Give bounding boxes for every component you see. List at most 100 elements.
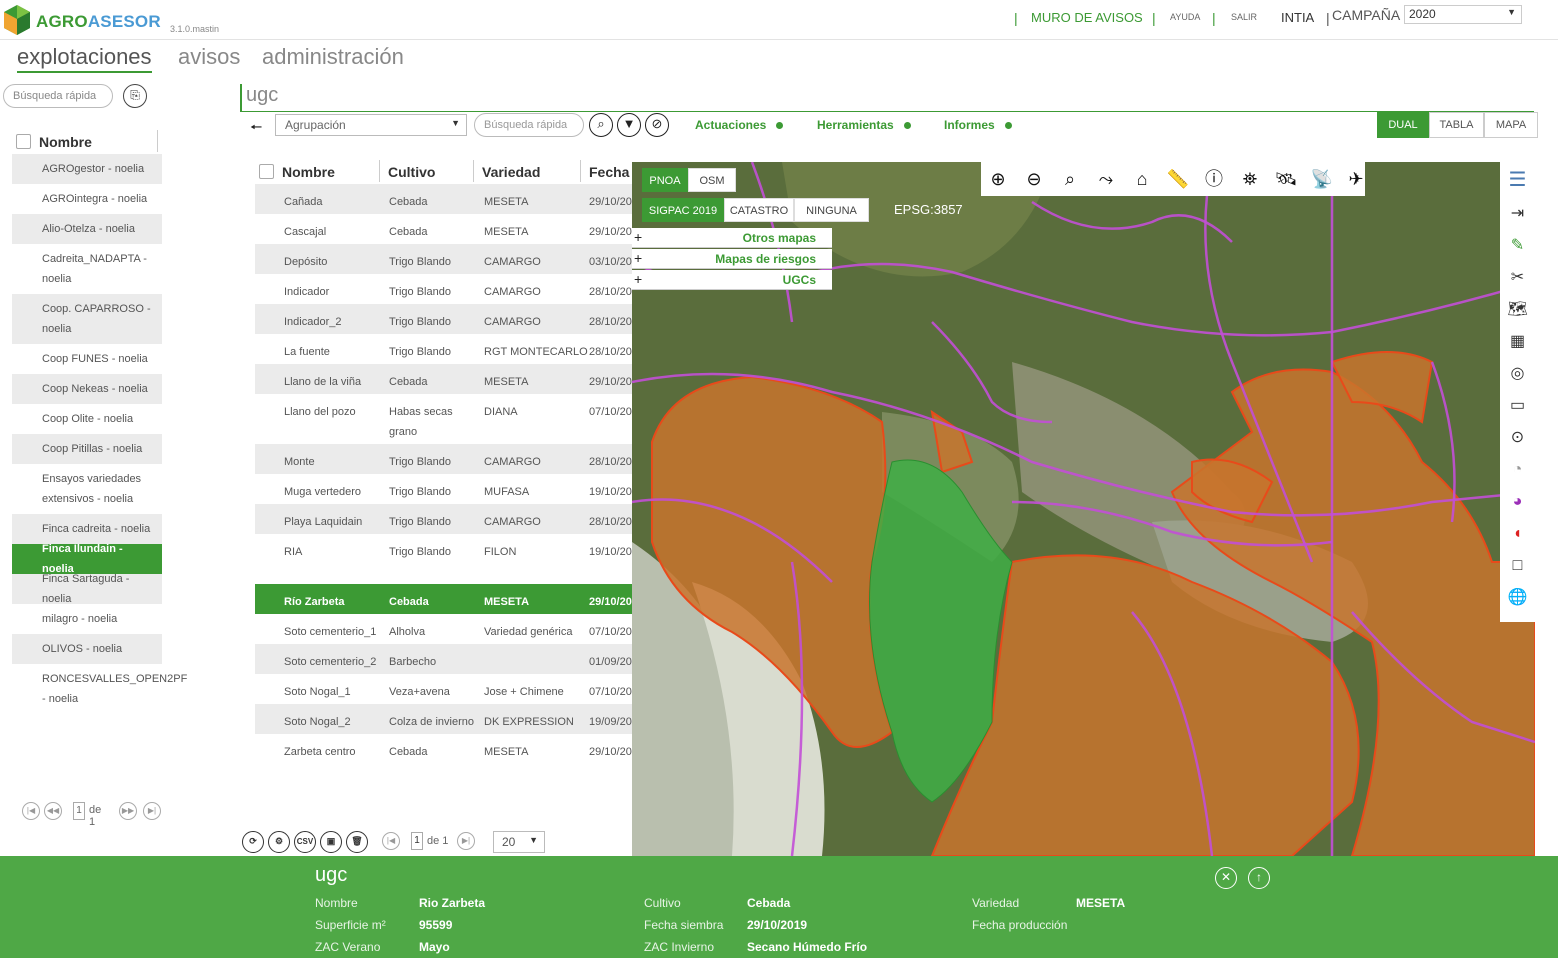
sidebar-search-input[interactable]: Búsqueda rápida <box>3 84 113 108</box>
arrow-up-icon[interactable]: ↑ <box>1248 867 1270 889</box>
table-row[interactable]: RIA Trigo Blando FILON 19/10/20 <box>255 534 635 584</box>
column-resize-handle[interactable] <box>157 130 158 152</box>
next-page-icon[interactable]: ▶| <box>457 832 475 850</box>
view-dual-button[interactable]: DUAL <box>1377 112 1429 138</box>
binoculars-icon[interactable]: ⛯ <box>1233 162 1267 196</box>
main-search-input[interactable]: Búsqueda rápida <box>474 113 584 137</box>
back-arrow-icon[interactable]: 🠔 <box>250 117 262 141</box>
ruler-icon[interactable]: 📏 <box>1161 162 1195 196</box>
table-row[interactable]: Soto cementerio_2 Barbecho 01/09/20 <box>255 644 635 674</box>
page-input[interactable]: 1 <box>73 802 85 820</box>
menu-icon[interactable]: ☰ <box>1500 164 1535 196</box>
sidebar-item[interactable]: Coop FUNES - noelia <box>12 344 162 374</box>
merge-icon[interactable]: ◕ <box>1500 486 1535 518</box>
target-icon[interactable]: ⊙ <box>1500 422 1535 454</box>
tab-administracion[interactable]: administración <box>262 44 404 70</box>
info-icon[interactable]: ⓘ <box>1197 162 1231 196</box>
satellite-info-icon[interactable]: 📡 <box>1305 162 1339 196</box>
accordion-otros-mapas[interactable]: + Otros mapas <box>632 228 832 248</box>
layer-catastro-button[interactable]: CATASTRO <box>724 198 794 222</box>
export-layer-icon[interactable]: ⇥ <box>1500 198 1535 230</box>
compass-icon[interactable]: ◎ <box>1500 358 1535 390</box>
table-row[interactable]: Río Zarbeta Cebada MESETA 29/10/20 <box>255 584 635 614</box>
polygon-icon[interactable]: ⌂ <box>1125 162 1159 196</box>
first-page-icon[interactable]: |◀ <box>22 802 40 820</box>
table-row[interactable]: Llano de la viña Cebada MESETA 29/10/20 <box>255 364 635 394</box>
zoom-in-icon[interactable]: ⊕ <box>981 162 1015 196</box>
edit-map-icon[interactable]: 🗺 <box>1500 294 1535 326</box>
col-fecha[interactable]: Fecha <box>589 164 629 180</box>
table-row[interactable]: Zarbeta centro Cebada MESETA 29/10/20 <box>255 734 635 764</box>
muro-avisos-link[interactable]: MURO DE AVISOS <box>1031 10 1143 25</box>
accordion-mapas-riesgos[interactable]: + Mapas de riesgos <box>632 249 832 269</box>
sidebar-item[interactable]: Coop. CAPARROSO - noelia <box>12 294 162 344</box>
map-view[interactable]: PNOA OSM SIGPAC 2019 CATASTRO NINGUNA EP… <box>632 162 1535 856</box>
sidebar-item[interactable]: milagro - noelia <box>12 604 162 634</box>
square-icon[interactable]: □ <box>1500 550 1535 582</box>
sidebar-item[interactable]: Alio-Otelza - noelia <box>12 214 162 244</box>
select-all-checkbox[interactable] <box>16 134 31 149</box>
next-page-icon[interactable]: ▶▶ <box>119 802 137 820</box>
save-icon[interactable]: ▣ <box>320 831 342 853</box>
menu-herramientas[interactable]: Herramientas <box>817 118 911 132</box>
campana-select[interactable]: 2020 ▼ <box>1404 5 1522 24</box>
sidebar-item[interactable]: AGROintegra - noelia <box>12 184 162 214</box>
table-row[interactable]: Indicador Trigo Blando CAMARGO 28/10/20 <box>255 274 635 304</box>
sidebar-item[interactable]: Coop Pitillas - noelia <box>12 434 162 464</box>
table-row[interactable]: Playa Laquidain Trigo Blando CAMARGO 28/10/… <box>255 504 635 534</box>
table-row[interactable]: Cascajal Cebada MESETA 29/10/20 <box>255 214 635 244</box>
select-all-checkbox[interactable] <box>259 164 274 179</box>
settings-icon[interactable]: ⚙ <box>268 831 290 853</box>
draw-icon[interactable]: ✎ <box>1500 230 1535 262</box>
layer-ninguna-button[interactable]: NINGUNA <box>794 198 869 222</box>
export-icon[interactable]: ⎘ <box>123 84 147 108</box>
refresh-icon[interactable]: ⟳ <box>242 831 264 853</box>
layer-pnoa-button[interactable]: PNOA <box>642 168 688 192</box>
measure-path-icon[interactable]: ⤳ <box>1089 162 1123 196</box>
view-tabla-button[interactable]: TABLA <box>1429 112 1484 138</box>
ayuda-link[interactable]: AYUDA <box>1170 12 1200 22</box>
close-icon[interactable]: ✕ <box>1215 867 1237 889</box>
split-icon[interactable]: ◖ <box>1500 518 1535 550</box>
table-row[interactable]: Muga vertedero Trigo Blando MUFASA 19/10/20 <box>255 474 635 504</box>
sidebar-item[interactable]: OLIVOS - noelia <box>12 634 162 664</box>
sidebar-item[interactable]: Cadreita_NADAPTA - noelia <box>12 244 162 294</box>
layer-osm-button[interactable]: OSM <box>688 168 736 192</box>
sidebar-item[interactable]: Coop Olite - noelia <box>12 404 162 434</box>
sidebar-item[interactable]: RONCESVALLES_OPEN2PF - noelia <box>12 664 187 714</box>
frame-icon[interactable]: ▭ <box>1500 390 1535 422</box>
sidebar-item[interactable]: AGROgestor - noelia <box>12 154 162 184</box>
clear-filter-icon[interactable]: ⊘ <box>645 113 669 137</box>
col-cultivo[interactable]: Cultivo <box>388 164 435 180</box>
tab-explotaciones[interactable]: explotaciones <box>17 44 152 73</box>
prev-page-icon[interactable]: ◀◀ <box>44 802 62 820</box>
sidebar-column-header[interactable]: Nombre <box>39 134 92 150</box>
accordion-ugcs[interactable]: + UGCs <box>632 270 832 290</box>
table-row[interactable]: Indicador_2 Trigo Blando CAMARGO 28/10/20 <box>255 304 635 334</box>
col-variedad[interactable]: Variedad <box>482 164 540 180</box>
table-row[interactable]: Monte Trigo Blando CAMARGO 28/10/20 <box>255 444 635 474</box>
sidebar-item[interactable]: Ensayos variedades extensivos - noelia <box>12 464 162 514</box>
search-icon[interactable]: ⌕ <box>589 113 613 137</box>
sidebar-item[interactable]: Coop Nekeas - noelia <box>12 374 162 404</box>
page-input[interactable]: 1 <box>411 832 423 850</box>
prev-page-icon[interactable]: |◀ <box>382 832 400 850</box>
table-row[interactable]: Llano del pozo Habas secas grano DIANA 07/1… <box>255 394 635 444</box>
table-row[interactable]: Soto cementerio_1 Alholva Variedad genéric… <box>255 614 635 644</box>
zoom-extent-icon[interactable]: ⌕ <box>1053 162 1087 196</box>
satellite-icon[interactable]: 🛰 <box>1269 162 1303 196</box>
menu-informes[interactable]: Informes <box>944 118 1012 132</box>
page-size-select[interactable]: 20 ▼ <box>493 831 545 853</box>
agrupacion-select[interactable]: Agrupación ▼ <box>275 114 467 136</box>
table-row[interactable]: Soto Nogal_1 Veza+avena Jose + Chimene 07/1… <box>255 674 635 704</box>
filter-icon[interactable]: ▼ <box>617 113 641 137</box>
delete-icon[interactable]: 🗑 <box>346 831 368 853</box>
table-row[interactable]: Depósito Trigo Blando CAMARGO 03/10/20 <box>255 244 635 274</box>
cut-icon[interactable]: ✂ <box>1500 262 1535 294</box>
menu-actuaciones[interactable]: Actuaciones <box>695 118 784 132</box>
view-mapa-button[interactable]: MAPA <box>1484 112 1538 138</box>
csv-export-button[interactable]: CSV <box>294 831 316 853</box>
layer-sigpac-button[interactable]: SIGPAC 2019 <box>642 198 724 222</box>
drone-icon[interactable]: ✈ <box>1339 162 1373 196</box>
globe-icon[interactable]: 🌐 <box>1500 582 1535 614</box>
